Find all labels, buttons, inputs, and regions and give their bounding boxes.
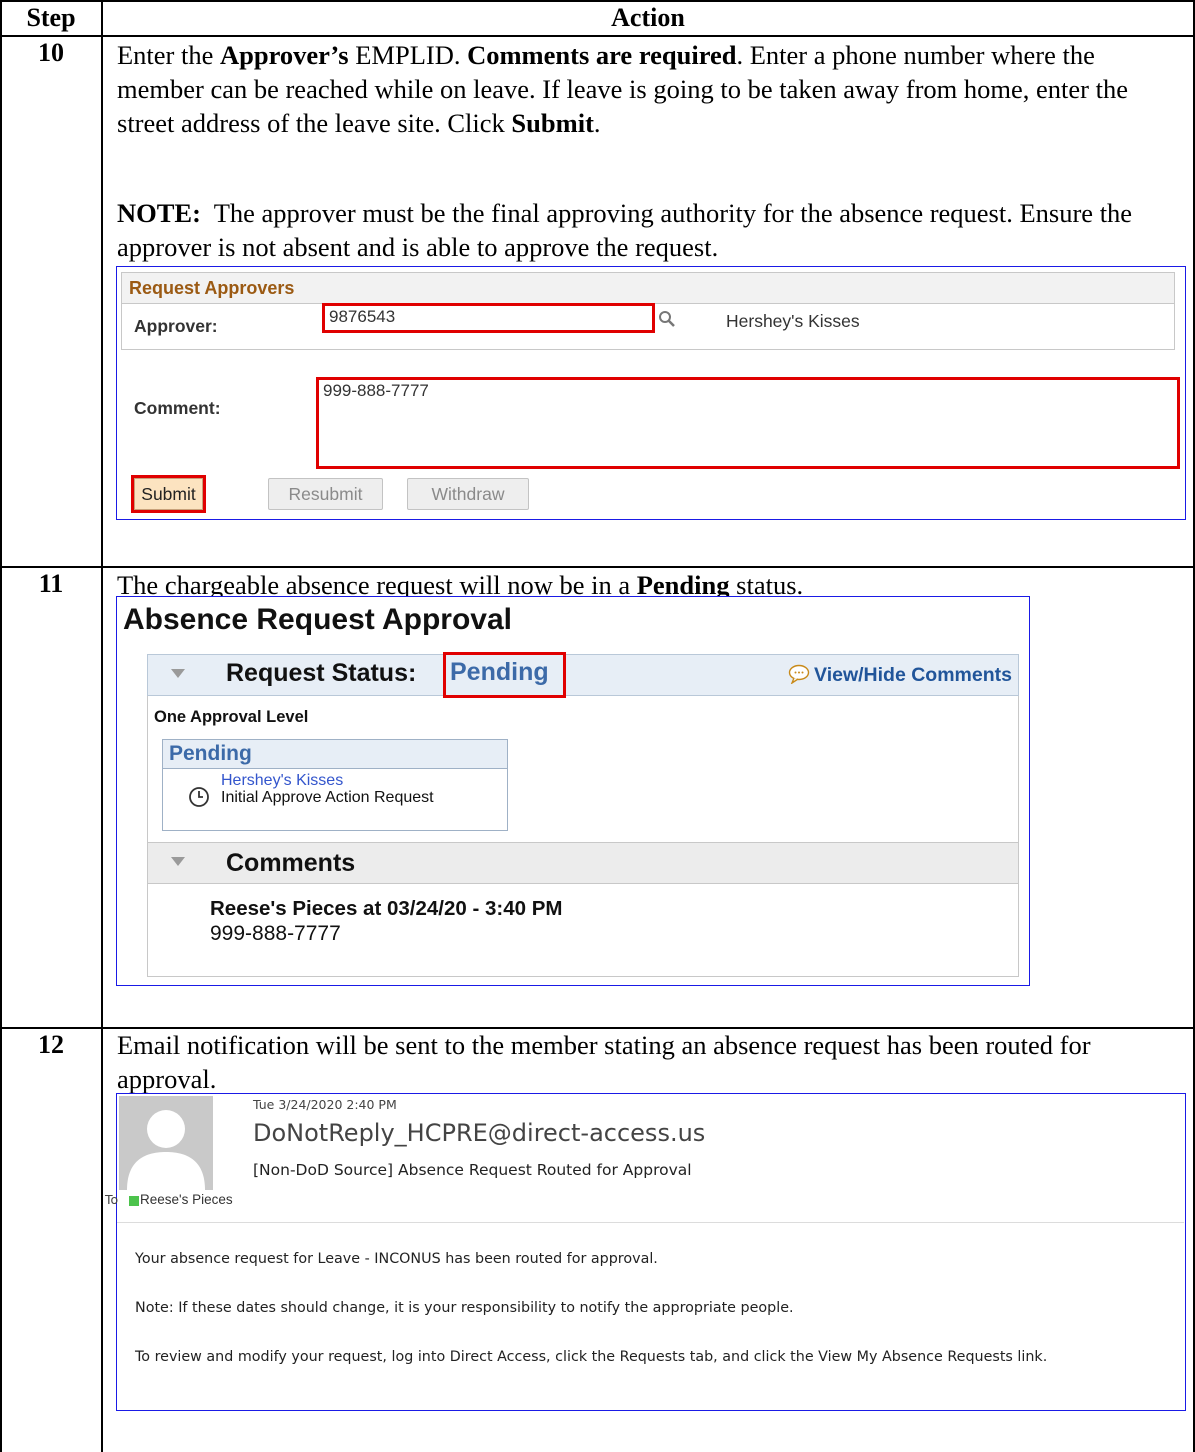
email-body-line: Your absence request for Leave - INCONUS… [135,1251,658,1267]
comment-textarea[interactable]: 999-888-7777 [316,377,1180,469]
email-sender: DoNotReply_HCPRE@direct-access.us [253,1119,706,1147]
step-10-note: NOTE: The approver must be the final app… [117,196,1187,264]
collapse-triangle-icon[interactable] [171,669,185,678]
email-header-divider [117,1222,1184,1223]
clock-icon [189,787,209,807]
email-body-line: Note: If these dates should change, it i… [135,1300,794,1316]
comments-section-bar[interactable]: Comments [148,842,1018,884]
table-column-divider [101,0,103,1452]
person-silhouette-icon [119,1096,213,1190]
status-value: Pending [450,658,549,686]
email-body-line: To review and modify your request, log i… [135,1349,1048,1365]
step-12-instructions: Email notification will be sent to the m… [117,1030,1091,1094]
step-10-instructions: Enter the Approver’s EMPLID. Comments ar… [117,40,1128,138]
page-title: Absence Request Approval [123,603,512,636]
email-recipient: Reese's Pieces [140,1192,233,1207]
request-status-label: Request Status: [226,659,417,687]
comment-label: Comment: [134,398,221,418]
withdraw-button[interactable]: Withdraw [407,478,529,510]
view-hide-comments-label: View/Hide Comments [814,664,1012,686]
approval-content: One Approval Level Pending Hershey's Kis… [147,696,1019,977]
view-hide-comments-link[interactable]: View/Hide Comments [788,664,1012,687]
approver-name: Hershey's Kisses [726,311,860,331]
comments-label: Comments [226,849,356,877]
email-notification-screenshot: Tue 3/24/2020 2:40 PM DoNotReply_HCPRE@d… [105,1093,1186,1411]
request-status-bar[interactable]: Request Status: Pending View/Hide Commen… [147,652,1019,698]
approver-link[interactable]: Hershey's Kisses [221,772,343,790]
step-number: 11 [38,569,64,598]
approve-action-text: Initial Approve Action Request [221,789,434,806]
header-action: Action [611,3,685,32]
email-subject: [Non-DoD Source] Absence Request Routed … [253,1161,692,1179]
absence-approval-screenshot: Absence Request Approval Request Status:… [116,596,1030,986]
collapse-triangle-icon[interactable] [171,857,185,866]
approval-level-label: One Approval Level [154,708,309,726]
comment-bubble-icon [788,664,810,684]
email-date: Tue 3/24/2020 2:40 PM [253,1097,397,1112]
email-to-label: To [105,1192,119,1207]
section-title: Request Approvers [122,273,1174,304]
comment-author: Reese's Pieces at 03/24/20 - 3:40 PM [210,897,563,920]
approver-label: Approver: [134,316,218,336]
note-label: NOTE: [117,198,201,228]
presence-status-icon [129,1196,139,1206]
note-text: The approver must be the final approving… [117,198,1133,262]
step-number: 12 [38,1030,64,1059]
resubmit-button[interactable]: Resubmit [268,478,383,510]
submit-highlight: Submit [131,475,206,513]
step-number: 10 [38,38,64,67]
submit-button[interactable]: Submit [134,478,203,510]
search-icon[interactable] [658,310,676,328]
request-approvers-screenshot: Request Approvers Approver: 9876543 Hers… [116,266,1186,520]
status-highlight: Pending [443,652,566,698]
approver-input[interactable]: 9876543 [322,303,655,333]
comment-text: 999-888-7777 [210,922,341,945]
pending-card-title: Pending [163,740,507,769]
avatar [119,1096,213,1190]
table-left-border [0,0,2,1452]
header-step: Step [26,3,76,32]
pending-card: Pending Hershey's Kisses Initial Approve… [162,739,508,831]
